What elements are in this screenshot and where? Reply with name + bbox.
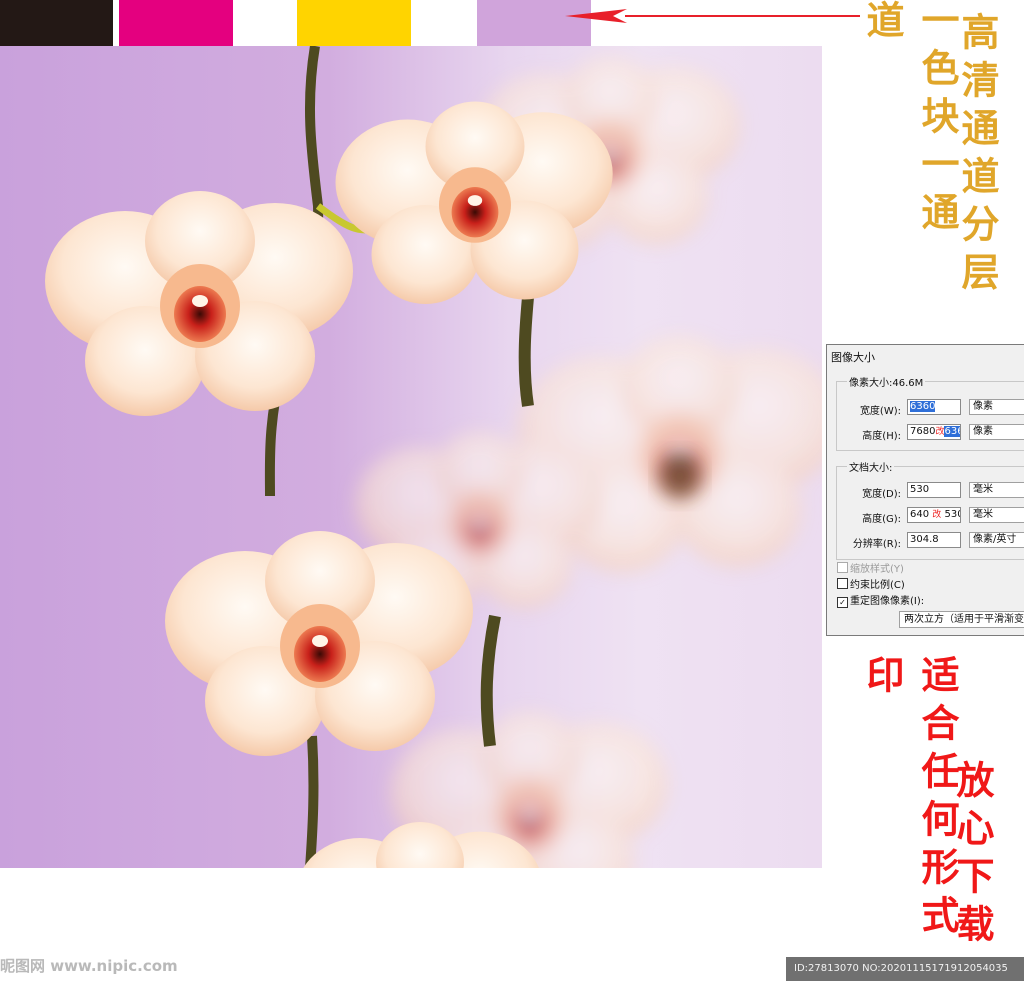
pixel-dimensions-group: 像素大小:46.6M 宽度(W): 6360 像素⌄ 高度(H): 7680改6… <box>836 374 1024 451</box>
swatch-white-2 <box>411 0 477 46</box>
constrain-proportions-checkbox[interactable]: 约束比例(C) <box>837 576 905 591</box>
caption-hd-channels: 高清通道分层 <box>955 12 1000 300</box>
document-size-group: 文档大小: 宽度(D): 530 毫米 高度(G): 640 改 530 毫米 … <box>836 459 1024 560</box>
arrow-icon <box>565 9 860 23</box>
pixel-height-row: 高度(H): 7680改6360 像素⌄ <box>837 424 1024 442</box>
scale-styles-checkbox[interactable]: 缩放样式(Y) <box>837 560 904 575</box>
document-size-label: 文档大小: <box>847 459 895 474</box>
resolution-row: 分辨率(R): 304.8 像素/英寸 <box>837 532 1024 550</box>
doc-width-row: 宽度(D): 530 毫米 <box>837 482 1024 500</box>
doc-height-unit-select[interactable]: 毫米 <box>969 507 1024 523</box>
pixel-width-label: 宽度(W): <box>859 406 901 417</box>
doc-width-unit-select[interactable]: 毫米 <box>969 482 1024 498</box>
site-watermark: 昵图网 www.nipic.com <box>0 957 178 975</box>
pixel-height-unit-select[interactable]: 像素⌄ <box>969 424 1024 440</box>
orchid-illustration <box>45 46 822 868</box>
swatch-magenta <box>119 0 233 46</box>
pixel-dimensions-label: 像素大小:46.6M <box>847 374 926 389</box>
pixel-height-label: 高度(H): <box>862 431 901 442</box>
image-size-dialog: 图像大小 像素大小:46.6M 宽度(W): 6360 像素⌄ 高度(H): 7… <box>826 344 1024 636</box>
resolution-input[interactable]: 304.8 <box>907 532 961 548</box>
pixel-height-input[interactable]: 7680改6360 <box>907 424 961 440</box>
pixel-width-row: 宽度(W): 6360 像素⌄ <box>837 399 1024 417</box>
doc-width-label: 宽度(D): <box>862 489 901 500</box>
caption-download: 放心下载 <box>950 760 995 952</box>
caption-color-block: 一色块一通道 <box>860 0 960 240</box>
pixel-width-unit-select[interactable]: 像素⌄ <box>969 399 1024 415</box>
pixel-width-input[interactable]: 6360 <box>907 399 961 415</box>
doc-height-row: 高度(G): 640 改 530 毫米 <box>837 507 1024 525</box>
swatch-yellow <box>297 0 411 46</box>
dialog-title: 图像大小 <box>831 351 875 364</box>
doc-height-label: 高度(G): <box>862 514 901 525</box>
orchid-artwork <box>0 46 822 868</box>
swatch-black <box>0 0 113 46</box>
doc-height-input[interactable]: 640 改 530 <box>907 507 961 523</box>
resolution-label: 分辨率(R): <box>852 539 901 550</box>
resample-image-checkbox[interactable]: ✓ 重定图像像素(I): <box>837 592 924 608</box>
resolution-unit-select[interactable]: 像素/英寸 <box>969 532 1024 548</box>
swatch-white <box>233 0 297 46</box>
resample-method-select[interactable]: 两次立方（适用于平滑渐变 <box>899 611 1024 628</box>
doc-width-input[interactable]: 530 <box>907 482 961 498</box>
image-id-bar: ID:27813070 NO:20201115171912054035 <box>786 957 1024 981</box>
